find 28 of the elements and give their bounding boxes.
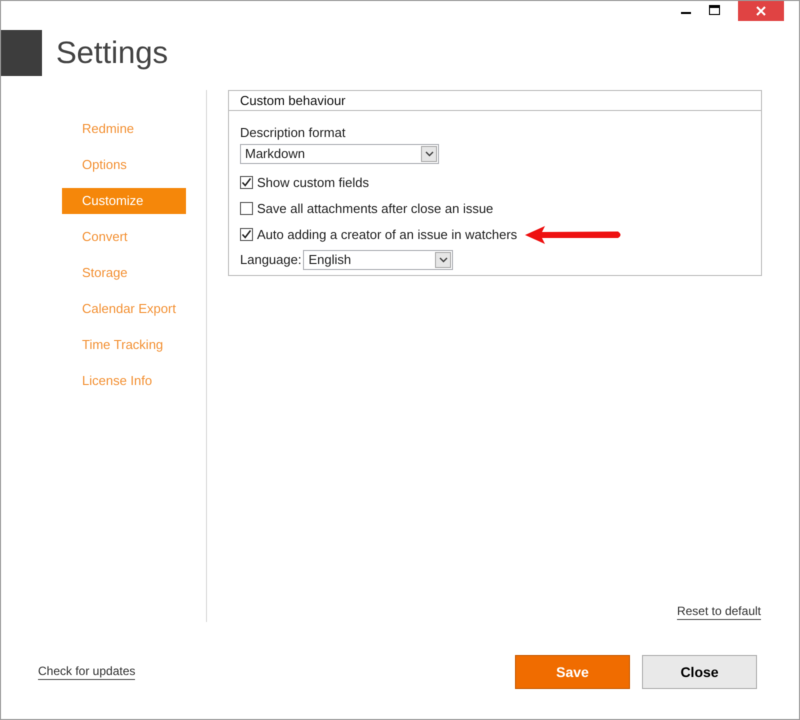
sidebar-item[interactable]: Convert	[62, 224, 186, 250]
checkbox-label: Show custom fields	[257, 174, 369, 192]
maximize-icon[interactable]	[709, 5, 720, 15]
checkbox-label: Auto adding a creator of an issue in watchers	[257, 226, 518, 244]
close-dialog-button[interactable]: Close	[642, 655, 757, 689]
group-title: Custom behaviour	[229, 91, 761, 111]
window-title: Settings	[56, 34, 168, 72]
save-button[interactable]: Save	[515, 655, 630, 689]
close-button[interactable]	[738, 1, 784, 21]
checkbox-label: Save all attachments after close an issue	[257, 200, 494, 218]
checkbox[interactable]	[240, 202, 253, 215]
checkbox[interactable]	[240, 176, 253, 189]
dropdown[interactable]: Markdown	[240, 144, 439, 164]
sidebar-item[interactable]: Options	[62, 152, 186, 178]
sidebar-item[interactable]: Redmine	[62, 116, 186, 142]
sidebar-item[interactable]: Customize	[62, 188, 186, 214]
close-icon	[756, 6, 766, 16]
reset-link[interactable]: Reset to default	[676, 604, 761, 620]
field-label: Language:	[240, 250, 302, 269]
sidebar-item[interactable]: License Info	[62, 368, 186, 394]
dropdown[interactable]: English	[303, 250, 454, 270]
checkbox[interactable]	[240, 228, 253, 241]
sidebar-item[interactable]: Time Tracking	[62, 332, 186, 358]
app-logo	[1, 30, 42, 76]
field-label: Description format	[240, 124, 346, 142]
sidebar-item[interactable]: Storage	[62, 260, 186, 286]
sidebar-item[interactable]: Calendar Export	[62, 296, 186, 322]
check-updates-link[interactable]: Check for updates	[38, 664, 136, 680]
